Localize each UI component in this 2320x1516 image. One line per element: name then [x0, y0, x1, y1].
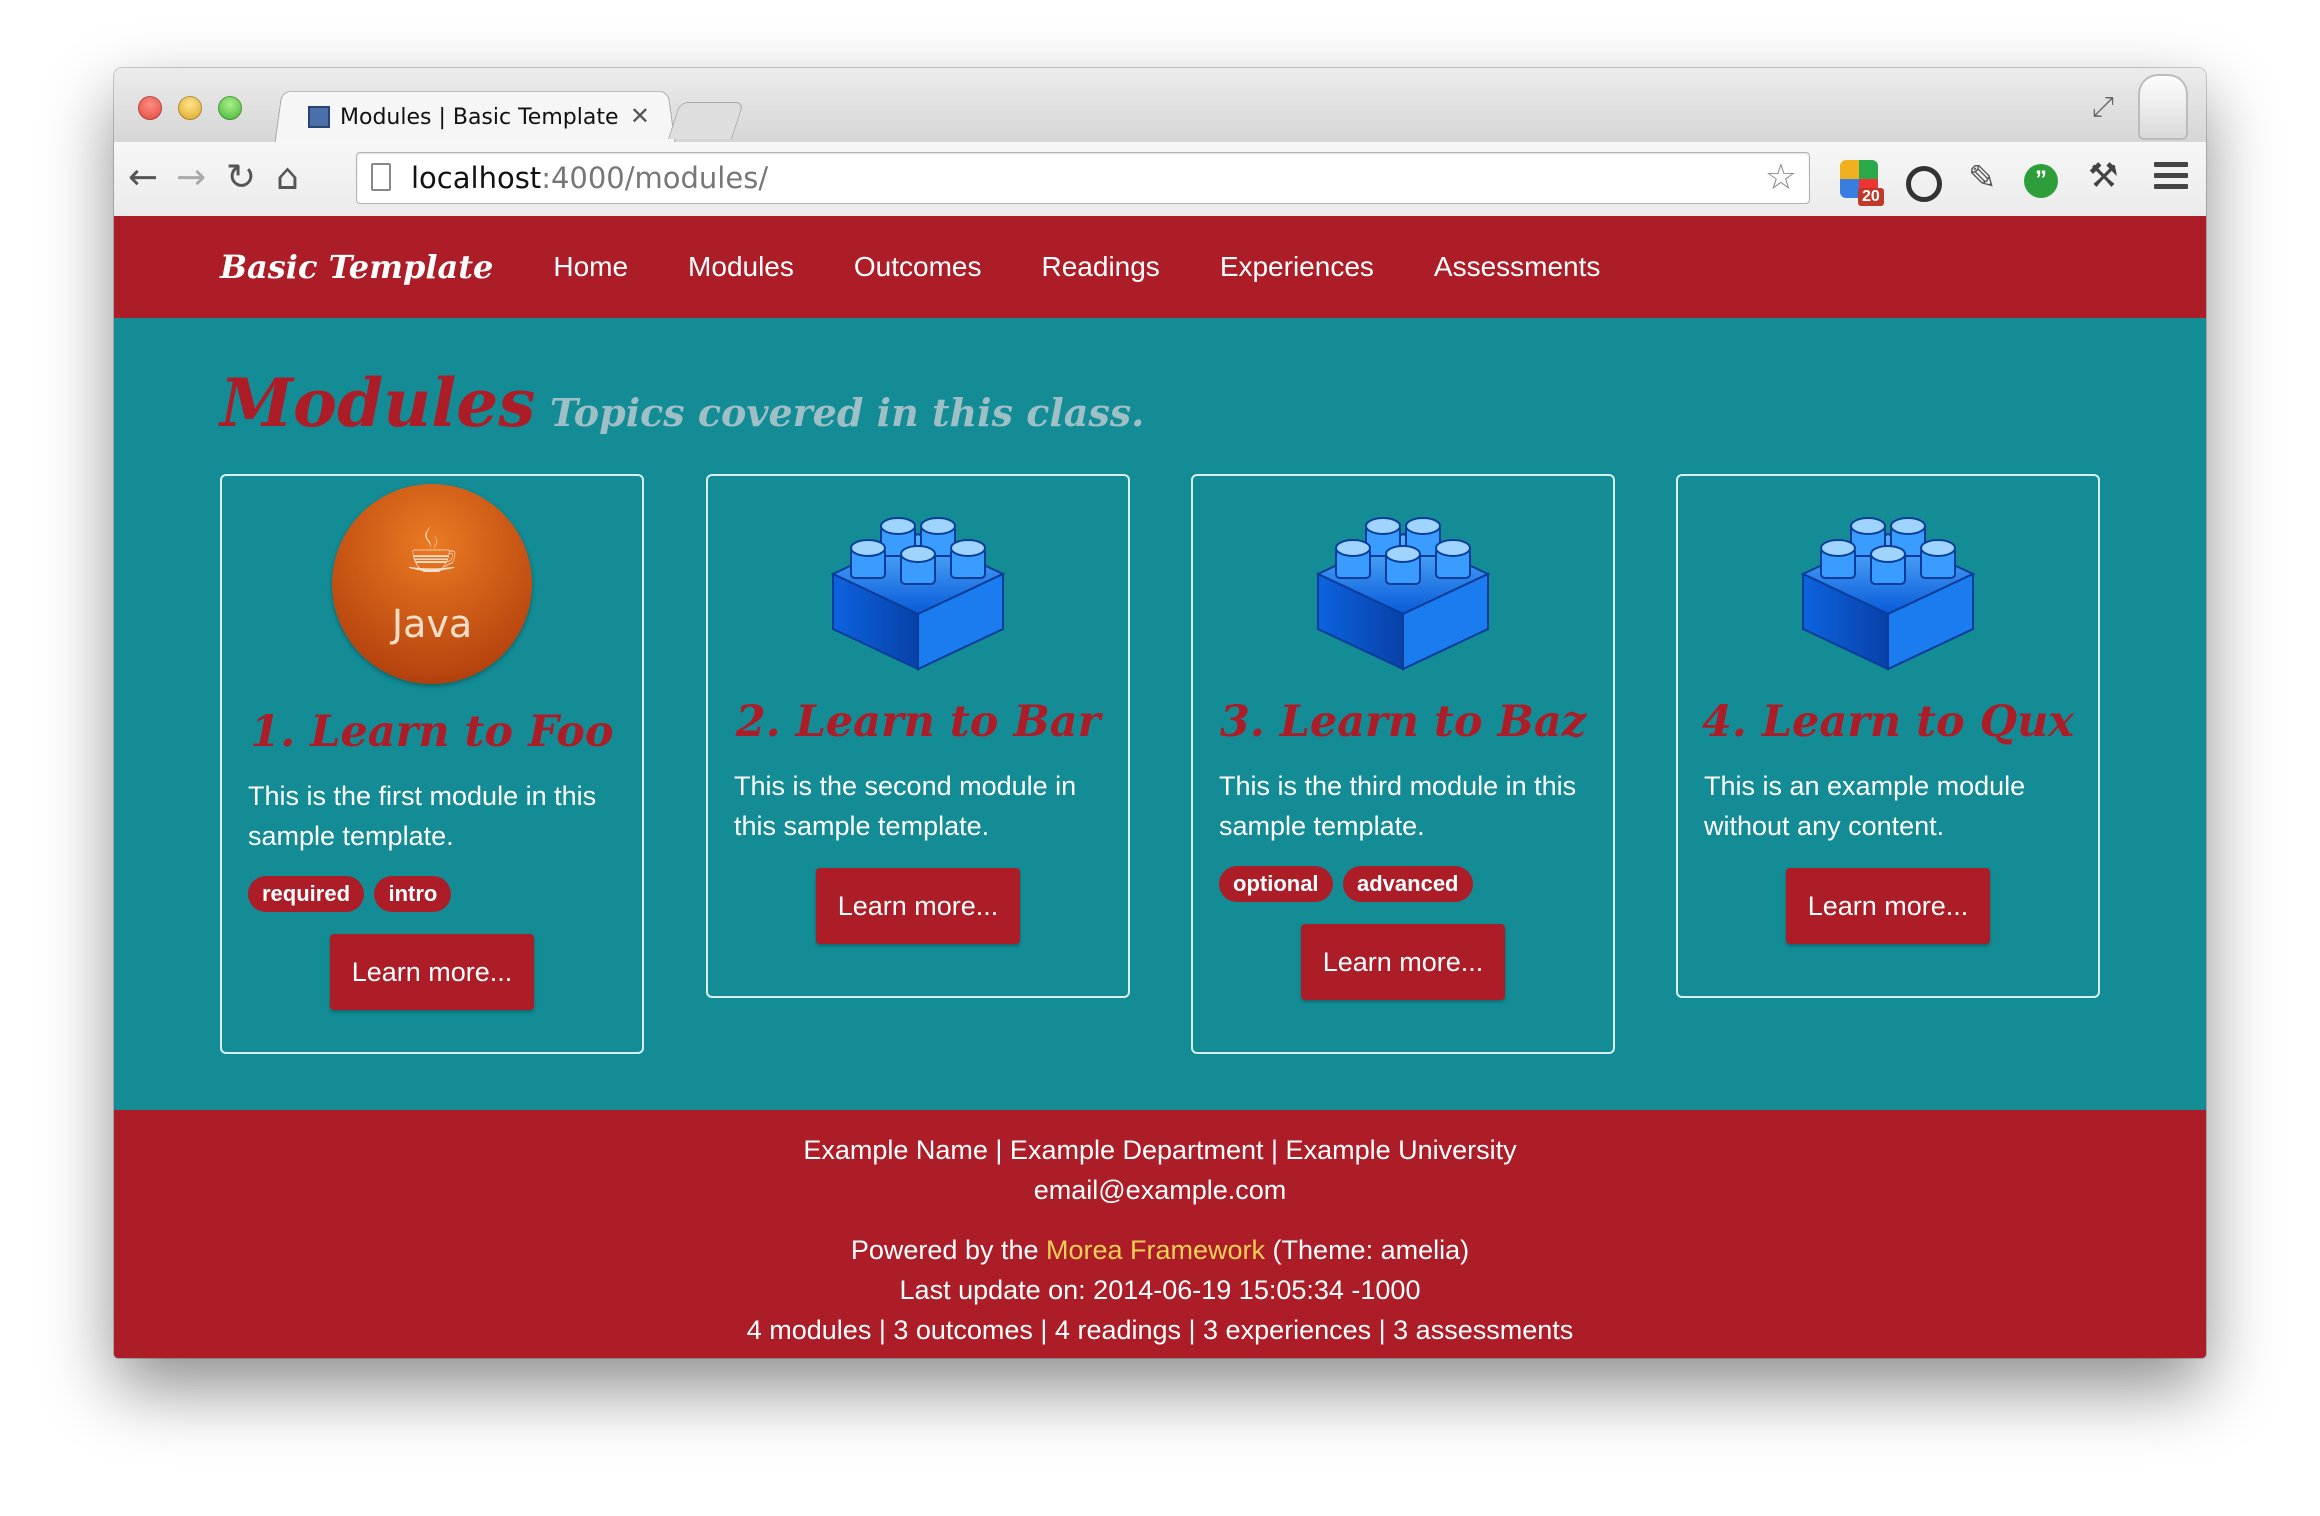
footer-counts: 4 modules | 3 outcomes | 4 readings | 3 …: [746, 1315, 1574, 1345]
java-icon: ☕ Java: [332, 484, 532, 684]
address-bar[interactable]: localhost:4000/modules/ ☆: [356, 152, 1810, 204]
footer-email[interactable]: email@example.com: [114, 1170, 2206, 1210]
url-host: localhost: [411, 161, 542, 195]
eyedropper-icon[interactable]: ✎: [1968, 158, 2006, 197]
page-icon: [371, 163, 391, 191]
label-required: required: [248, 876, 365, 912]
extension-badge: 20: [1858, 188, 1884, 206]
module-card-foo: ☕ Java 1. Learn to Foo This is the first…: [220, 474, 644, 1054]
powered-suffix: (Theme: amelia): [1265, 1235, 1470, 1265]
new-tab-button[interactable]: [667, 102, 745, 139]
wrench-icon[interactable]: ⚒: [2088, 156, 2126, 195]
lego-block-icon: [1800, 517, 1976, 671]
coffee-cup-icon: ☕: [404, 514, 460, 587]
label-intro: intro: [374, 876, 452, 912]
site-brand[interactable]: Basic Template: [220, 248, 493, 286]
page-subtitle: Topics covered in this class.: [549, 390, 1145, 435]
fullscreen-icon[interactable]: ⤢: [2092, 90, 2114, 124]
extension-timer-icon[interactable]: [1906, 166, 1942, 202]
zoom-window-button[interactable]: [218, 96, 242, 120]
page-title: Modules: [220, 364, 536, 442]
tab-title: Modules | Basic Template: [340, 104, 619, 130]
learn-more-button[interactable]: Learn more...: [816, 868, 1020, 944]
forward-icon[interactable]: →: [176, 158, 206, 198]
close-tab-icon[interactable]: ✕: [630, 102, 650, 130]
nav-outcomes[interactable]: Outcomes: [854, 251, 982, 283]
reload-icon[interactable]: ↻: [226, 158, 256, 198]
hangouts-icon[interactable]: ”: [2024, 164, 2058, 198]
nav-modules[interactable]: Modules: [688, 251, 794, 283]
module-title[interactable]: 3. Learn to Baz: [1193, 694, 1613, 750]
module-labels: required intro: [248, 876, 616, 914]
back-icon[interactable]: ←: [128, 158, 158, 198]
site-navbar: Basic Template Home Modules Outcomes Rea…: [114, 216, 2206, 318]
module-title[interactable]: 4. Learn to Qux: [1678, 694, 2098, 750]
module-card-bar: 2. Learn to Bar This is the second modul…: [706, 474, 1130, 998]
module-description: This is the second module in this sample…: [734, 771, 1077, 841]
label-advanced: advanced: [1343, 866, 1473, 902]
url-text[interactable]: localhost:4000/modules/: [411, 161, 768, 195]
label-optional: optional: [1219, 866, 1333, 902]
learn-more-button[interactable]: Learn more...: [330, 934, 534, 1010]
minimize-window-button[interactable]: [178, 96, 202, 120]
footer-powered-by: Powered by the Morea Framework (Theme: a…: [114, 1230, 2206, 1270]
lego-block-icon: [830, 517, 1006, 671]
lego-block-icon: [1315, 517, 1491, 671]
bookmark-star-icon[interactable]: ☆: [1765, 157, 1797, 198]
close-window-button[interactable]: [138, 96, 162, 120]
java-icon-text: Java: [391, 602, 473, 646]
favicon-icon: [308, 106, 330, 128]
module-card-baz: 3. Learn to Baz This is the third module…: [1191, 474, 1615, 1054]
url-path: :4000/modules/: [541, 161, 769, 195]
nav-assessments[interactable]: Assessments: [1434, 251, 1601, 283]
module-card-qux: 4. Learn to Qux This is an example modul…: [1676, 474, 2100, 998]
tab-active[interactable]: Modules | Basic Template ✕: [290, 92, 670, 142]
module-description: This is the first module in this sample …: [248, 781, 597, 851]
module-title[interactable]: 2. Learn to Bar: [708, 694, 1128, 750]
footer-contact: Example Name | Example Department | Exam…: [803, 1135, 1517, 1165]
browser-window: Modules | Basic Template ✕ ⤢ ← → ↻ ⌂ loc…: [114, 68, 2206, 1358]
morea-framework-link[interactable]: Morea Framework: [1046, 1235, 1265, 1265]
module-labels: optional advanced: [1219, 866, 1587, 904]
tab-strip: Modules | Basic Template ✕ ⤢: [114, 68, 2206, 146]
module-description: This is an example module without any co…: [1704, 771, 2026, 841]
page-viewport: Basic Template Home Modules Outcomes Rea…: [114, 216, 2206, 1358]
menu-icon[interactable]: [2154, 162, 2188, 192]
profile-icon[interactable]: [2138, 74, 2188, 140]
learn-more-button[interactable]: Learn more...: [1301, 924, 1505, 1000]
module-title[interactable]: 1. Learn to Foo: [222, 704, 642, 760]
site-footer: Example Name | Example Department | Exam…: [114, 1110, 2206, 1358]
learn-more-button[interactable]: Learn more...: [1786, 868, 1990, 944]
module-description: This is the third module in this sample …: [1219, 771, 1577, 841]
browser-toolbar: ← → ↻ ⌂ localhost:4000/modules/ ☆ 20 ✎ ”…: [114, 142, 2206, 217]
nav-readings[interactable]: Readings: [1042, 251, 1160, 283]
home-icon[interactable]: ⌂: [276, 158, 299, 198]
nav-home[interactable]: Home: [553, 251, 628, 283]
nav-experiences[interactable]: Experiences: [1220, 251, 1374, 283]
page-heading: Modules Topics covered in this class.: [220, 364, 1144, 442]
powered-prefix: Powered by the: [850, 1235, 1046, 1265]
footer-last-update: Last update on: 2014-06-19 15:05:34 -100…: [899, 1275, 1421, 1305]
